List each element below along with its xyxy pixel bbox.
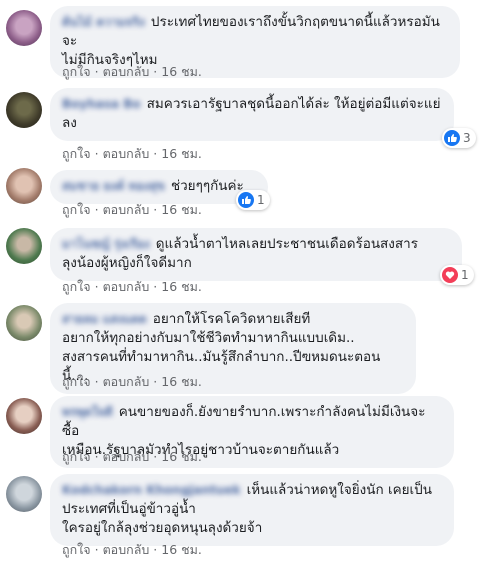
comment-author[interactable]: ต้นไม้ ความจริง — [62, 13, 145, 32]
comment-text: ช่วยๆๆกันค่ะ — [170, 178, 244, 194]
avatar[interactable] — [6, 168, 42, 204]
comment-bubble: Kodchakorn Khongjantuek เห็นแล้วน่าหดหูใจ… — [50, 474, 454, 546]
avatar[interactable] — [6, 305, 42, 341]
separator: · — [153, 542, 158, 557]
comment-actions: ถูกใจ · ตอบกลับ · 16 ชม. — [62, 372, 202, 392]
comment-actions: ถูกใจ · ตอบกลับ · 16 ชม. — [62, 144, 202, 164]
reaction-badge[interactable]: 1 — [440, 265, 474, 285]
reply-button[interactable]: ตอบกลับ — [103, 202, 150, 217]
separator: · — [94, 146, 99, 161]
comment-timestamp[interactable]: 16 ชม. — [161, 202, 202, 217]
like-button[interactable]: ถูกใจ — [62, 449, 91, 464]
separator: · — [94, 542, 99, 557]
comment-author[interactable]: สมชาย ยงค์ ทองสุข — [62, 177, 165, 196]
comment-actions: ถูกใจ · ตอบกลับ · 16 ชม. — [62, 447, 202, 467]
like-button[interactable]: ถูกใจ — [62, 202, 91, 217]
separator: · — [153, 279, 158, 294]
like-icon — [238, 192, 254, 208]
like-button[interactable]: ถูกใจ — [62, 146, 91, 161]
reaction-count: 1 — [461, 268, 469, 282]
avatar[interactable] — [6, 476, 42, 512]
comment-author[interactable]: Boyhasa Bo — [62, 95, 141, 114]
comment-timestamp[interactable]: 16 ชม. — [161, 279, 202, 294]
separator: · — [94, 449, 99, 464]
comment-timestamp[interactable]: 16 ชม. — [161, 449, 202, 464]
reaction-badge[interactable]: 1 — [236, 190, 270, 210]
like-icon — [444, 130, 460, 146]
separator: · — [94, 374, 99, 389]
comment-bubble: Boyhasa Bo สมควรเอารัฐบาลชุดนี้ออกได้ล่ะ … — [50, 88, 454, 141]
separator: · — [94, 279, 99, 294]
comment-timestamp[interactable]: 16 ชม. — [161, 146, 202, 161]
comment-timestamp[interactable]: 16 ชม. — [161, 374, 202, 389]
reaction-count: 3 — [463, 131, 471, 145]
reply-button[interactable]: ตอบกลับ — [103, 374, 150, 389]
separator: · — [153, 64, 158, 79]
separator: · — [153, 449, 158, 464]
comment-actions: ถูกใจ · ตอบกลับ · 16 ชม. — [62, 540, 202, 560]
reply-button[interactable]: ตอบกลับ — [103, 146, 150, 161]
separator: · — [94, 64, 99, 79]
like-button[interactable]: ถูกใจ — [62, 542, 91, 557]
comment-author[interactable]: มาโนชญ์ รุ่งเรือง — [62, 235, 150, 254]
comment-bubble: มาโนชญ์ รุ่งเรือง ดูแล้วน้ำตาไหลเลยประชาช… — [50, 228, 462, 281]
comment-author[interactable]: Kodchakorn Khongjantuek — [62, 481, 241, 500]
reply-button[interactable]: ตอบกลับ — [103, 279, 150, 294]
like-button[interactable]: ถูกใจ — [62, 279, 91, 294]
comment-actions: ถูกใจ · ตอบกลับ · 16 ชม. — [62, 200, 202, 220]
comment-actions: ถูกใจ · ตอบกลับ · 16 ชม. — [62, 62, 202, 82]
comment-author[interactable]: พรพุดใจดี — [62, 403, 113, 422]
reaction-badge[interactable]: 3 — [442, 128, 476, 148]
avatar[interactable] — [6, 10, 42, 46]
avatar[interactable] — [6, 92, 42, 128]
reply-button[interactable]: ตอบกลับ — [103, 64, 150, 79]
like-button[interactable]: ถูกใจ — [62, 374, 91, 389]
reply-button[interactable]: ตอบกลับ — [103, 542, 150, 557]
separator: · — [94, 202, 99, 217]
separator: · — [153, 146, 158, 161]
separator: · — [153, 202, 158, 217]
comment-actions: ถูกใจ · ตอบกลับ · 16 ชม. — [62, 277, 202, 297]
avatar[interactable] — [6, 398, 42, 434]
separator: · — [153, 374, 158, 389]
heart-icon — [442, 267, 458, 283]
reaction-count: 1 — [257, 193, 265, 207]
avatar[interactable] — [6, 228, 42, 264]
comment-timestamp[interactable]: 16 ชม. — [161, 64, 202, 79]
comment-timestamp[interactable]: 16 ชม. — [161, 542, 202, 557]
reply-button[interactable]: ตอบกลับ — [103, 449, 150, 464]
like-button[interactable]: ถูกใจ — [62, 64, 91, 79]
comment-author[interactable]: สายลม แสงแดด — [62, 310, 147, 329]
